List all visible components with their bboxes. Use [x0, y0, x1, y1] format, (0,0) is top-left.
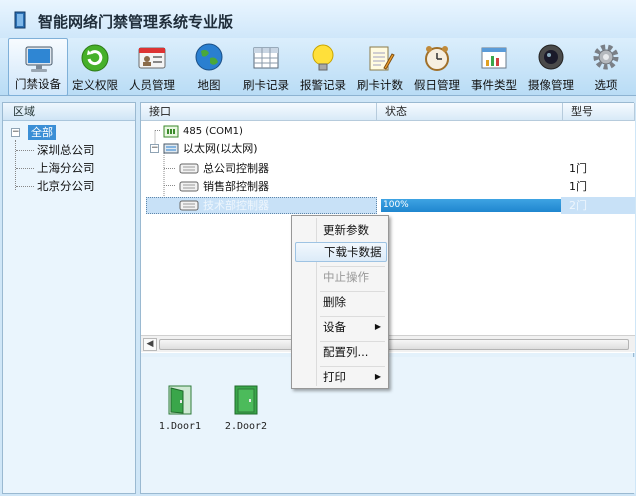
- serial-port-icon: [163, 125, 179, 138]
- row-model: 2门: [569, 199, 587, 212]
- door-icon: [234, 385, 258, 415]
- row-name: 以太网(以太网): [183, 142, 258, 155]
- menu-item-print[interactable]: 打印 ▶: [295, 367, 387, 387]
- toolbar-label: 门禁设备: [15, 77, 61, 91]
- menu-item-label: 删除: [323, 295, 346, 309]
- toolbar-label: 刷卡计数: [357, 78, 403, 92]
- menu-item-label: 中止操作: [323, 270, 369, 284]
- toolbar-label: 人员管理: [129, 78, 175, 92]
- menu-item-label: 设备: [323, 320, 346, 334]
- tree-node-label: 全部: [28, 125, 56, 140]
- toolbar-alarm-records-button[interactable]: 报警记录: [293, 38, 353, 96]
- column-header-status[interactable]: 状态: [377, 103, 563, 121]
- menu-item-label: 下载卡数据: [324, 245, 382, 259]
- toolbar-options-button[interactable]: 选项: [576, 38, 636, 96]
- tree-row-com-port[interactable]: 485 (COM1): [141, 123, 635, 140]
- download-progress-bar: 100%: [381, 199, 561, 212]
- column-header-model[interactable]: 型号: [563, 103, 635, 121]
- id-card-icon: [138, 47, 166, 69]
- monitor-icon: [25, 46, 53, 72]
- submenu-arrow-icon: ▶: [374, 372, 381, 381]
- menu-item-label: 配置列...: [323, 345, 369, 359]
- title-bar: 智能网络门禁管理系统专业版: [0, 0, 636, 38]
- menu-item-download-card-data[interactable]: 下载卡数据: [295, 242, 387, 262]
- door-icon: [168, 385, 192, 415]
- menu-item-abort[interactable]: 中止操作: [295, 267, 387, 287]
- tree-row-ethernet[interactable]: − 以太网(以太网): [141, 140, 635, 157]
- camera-lens-icon: [538, 44, 564, 70]
- main-toolbar: 门禁设备 定义权限 人员管理 地图 刷卡记录 报警记录 刷卡计数 假日管理 事件…: [0, 38, 636, 96]
- toolbar-label: 刷卡记录: [243, 78, 289, 92]
- toolbar-define-permissions-button[interactable]: 定义权限: [65, 38, 125, 96]
- controller-icon: [179, 181, 199, 192]
- notepad-pencil-icon: [369, 46, 395, 71]
- toolbar-camera-button[interactable]: 摄像管理: [521, 38, 581, 96]
- row-name: 总公司控制器: [203, 162, 269, 175]
- context-menu: 更新参数 下载卡数据 中止操作 删除 设备 ▶ 配置列... 打印 ▶: [291, 215, 389, 389]
- toolbar-label: 摄像管理: [528, 78, 574, 92]
- toolbar-label: 假日管理: [414, 78, 460, 92]
- door-label: 2.Door2: [224, 421, 268, 432]
- alarm-clock-icon: [425, 46, 449, 71]
- menu-item-delete[interactable]: 删除: [295, 292, 387, 312]
- lightbulb-icon: [312, 44, 334, 71]
- row-model: 1门: [569, 180, 587, 193]
- grid-table-icon: [253, 47, 279, 69]
- tree-node-label: 上海分公司: [37, 161, 95, 175]
- globe-icon: [195, 43, 223, 71]
- controller-icon: [179, 200, 199, 211]
- menu-item-label: 更新参数: [323, 223, 369, 237]
- tree-row-controller[interactable]: 销售部控制器 1门: [141, 178, 635, 195]
- tree-row-controller[interactable]: 总公司控制器 1门: [141, 160, 635, 177]
- collapse-icon[interactable]: −: [11, 128, 20, 137]
- menu-item-device[interactable]: 设备 ▶: [295, 317, 387, 337]
- toolbar-map-button[interactable]: 地图: [179, 38, 239, 96]
- submenu-arrow-icon: ▶: [374, 322, 381, 331]
- row-model: 1门: [569, 162, 587, 175]
- toolbar-label: 定义权限: [72, 78, 118, 92]
- door-item[interactable]: 2.Door2: [221, 385, 271, 432]
- tree-node-all[interactable]: − 全部: [11, 125, 56, 140]
- toolbar-card-count-button[interactable]: 刷卡计数: [350, 38, 410, 96]
- tree-node-shenzhen[interactable]: 深圳总公司: [16, 142, 95, 158]
- window-chart-icon: [481, 47, 507, 69]
- tree-node-label: 深圳总公司: [37, 143, 95, 157]
- tree-row-controller-selected[interactable]: 技术部控制器 100% 2门: [141, 197, 635, 214]
- collapse-icon[interactable]: −: [150, 144, 159, 153]
- toolbar-label: 选项: [594, 78, 618, 92]
- toolbar-label: 报警记录: [300, 78, 346, 92]
- scroll-thumb[interactable]: [159, 339, 629, 350]
- window-title: 智能网络门禁管理系统专业版: [38, 13, 234, 31]
- door-label: 1.Door1: [158, 421, 202, 432]
- green-refresh-icon: [81, 44, 109, 72]
- menu-item-configure-columns[interactable]: 配置列...: [295, 342, 387, 362]
- toolbar-event-types-button[interactable]: 事件类型: [464, 38, 524, 96]
- row-name: 销售部控制器: [203, 180, 269, 193]
- gear-icon: [593, 44, 619, 70]
- area-header: 区域: [3, 103, 135, 121]
- column-header-port[interactable]: 接口: [141, 103, 377, 121]
- row-name: 485 (COM1): [183, 126, 243, 137]
- toolbar-card-records-button[interactable]: 刷卡记录: [236, 38, 296, 96]
- menu-item-label: 打印: [323, 370, 346, 384]
- toolbar-holiday-button[interactable]: 假日管理: [407, 38, 467, 96]
- door-item[interactable]: 1.Door1: [155, 385, 205, 432]
- toolbar-label: 地图: [197, 78, 221, 92]
- tree-node-shanghai[interactable]: 上海分公司: [16, 160, 95, 176]
- area-tree-panel: 区域 − 全部 深圳总公司 上海分公司 北京分公司: [2, 102, 136, 494]
- network-icon: [163, 143, 179, 154]
- scroll-left-button[interactable]: ◀: [143, 338, 157, 351]
- toolbar-label: 事件类型: [471, 78, 517, 92]
- app-icon: [14, 11, 26, 29]
- controller-icon: [179, 163, 199, 174]
- progress-text: 100%: [383, 200, 409, 210]
- tree-node-label: 北京分公司: [37, 179, 95, 193]
- toolbar-personnel-button[interactable]: 人员管理: [122, 38, 182, 96]
- toolbar-door-devices-button[interactable]: 门禁设备: [8, 38, 68, 96]
- row-name: 技术部控制器: [203, 199, 269, 212]
- tree-node-beijing[interactable]: 北京分公司: [16, 178, 95, 194]
- menu-item-update-params[interactable]: 更新参数: [295, 220, 387, 240]
